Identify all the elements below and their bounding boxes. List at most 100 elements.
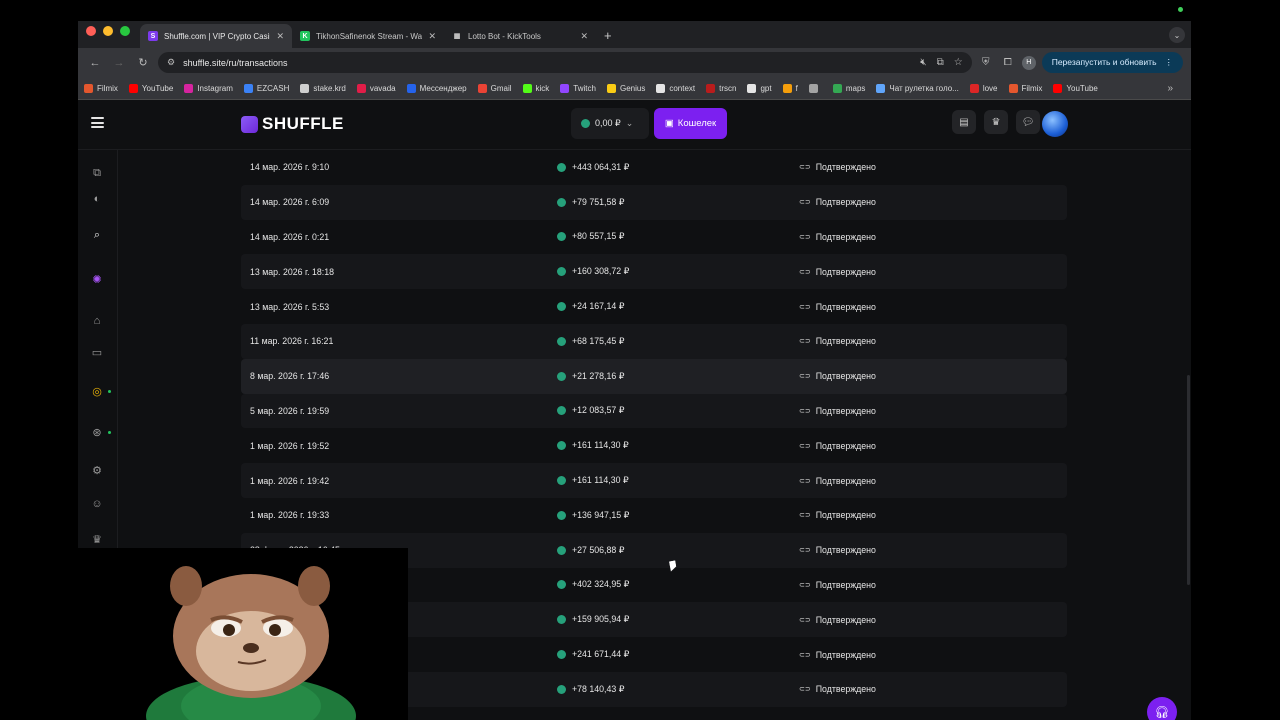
bookmark-item[interactable]: gpt [747, 83, 772, 93]
bookmark-item[interactable]: Чат рулетка голо... [876, 83, 959, 93]
recording-indicator [1178, 7, 1183, 12]
transaction-status[interactable]: ⊂⊃ Подтверждено [799, 232, 876, 242]
transaction-row[interactable]: 14 мар. 2026 г. 6:09 +79 751,58 ₽ ⊂⊃ Подтве… [241, 184, 1067, 220]
browser-tab[interactable]: S Shuffle.com | VIP Crypto Casino ✕ [140, 24, 292, 48]
bookmark-item[interactable]: Genius [606, 83, 645, 93]
casino-icon[interactable]: ⧉ [90, 166, 104, 180]
browser-tab[interactable]: K TikhonSafinenok Stream - Watch ✕ [292, 24, 444, 48]
balance-selector[interactable]: 0,00 ₽ ⌄ [571, 108, 649, 139]
transaction-status[interactable]: ⊂⊃ Подтверждено [799, 684, 876, 694]
bookmark-item[interactable]: stake.krd [300, 83, 346, 93]
bonus-icon[interactable]: ◎ [90, 384, 104, 398]
bookmark-item[interactable]: YouTube [128, 83, 173, 93]
new-tab-button[interactable]: + [596, 28, 620, 48]
bookmark-star-icon[interactable]: ☆ [954, 57, 963, 68]
profile-icon[interactable]: ☺ [90, 497, 104, 511]
browser-profile-avatar[interactable]: Н [1021, 55, 1036, 70]
live-casino-icon[interactable]: ⊛ [90, 425, 104, 439]
back-button[interactable]: ← [86, 57, 104, 69]
sports-icon[interactable]: ◐ [90, 192, 104, 206]
bookmark-item[interactable]: trscn [706, 83, 736, 93]
relaunch-update-button[interactable]: Перезапустить и обновить ⋮ [1041, 52, 1183, 73]
transaction-status[interactable]: ⊂⊃ Подтверждено [799, 336, 876, 346]
bookmark-item[interactable]: Instagram [184, 83, 233, 93]
transaction-status[interactable]: ⊂⊃ Подтверждено [799, 441, 876, 451]
maximize-window-button[interactable] [120, 25, 130, 36]
transaction-row[interactable]: 11 мар. 2026 г. 16:21 +68 175,45 ₽ ⊂⊃ Подтв… [241, 323, 1067, 359]
bookmark-item[interactable]: context [656, 83, 695, 93]
transaction-row[interactable]: 1 мар. 2026 г. 19:52 +161 114,30 ₽ ⊂⊃ Подтв… [241, 428, 1067, 463]
support-headset-button[interactable]: 🎧︎ [1147, 697, 1177, 720]
bookmark-item[interactable]: Filmix [84, 83, 118, 93]
transaction-status[interactable]: ⊂⊃ Подтверждено [799, 267, 876, 277]
wallet-button[interactable]: ▣ Кошелек [654, 108, 727, 139]
extensions-puzzle-icon[interactable]: ⧠ [1000, 57, 1016, 68]
tab-close-icon[interactable]: ✕ [276, 31, 284, 42]
bookmark-item[interactable]: f [782, 83, 798, 93]
user-avatar[interactable] [1042, 111, 1068, 137]
vip-crown-icon[interactable]: ♛ [984, 110, 1008, 134]
bookmark-item[interactable]: love [969, 83, 998, 93]
ticket-icon[interactable]: ▭ [90, 345, 104, 359]
address-bar[interactable]: ⚙ shuffle.site/ru/transactions 🔇︎ ⧉ ☆ [158, 52, 972, 73]
bookmark-item[interactable]: EZCASH [243, 83, 289, 93]
home-icon[interactable]: ⌂ [90, 314, 104, 328]
transaction-status[interactable]: ⊂⊃ Подтверждено [799, 406, 876, 416]
menu-hamburger-icon[interactable] [91, 117, 104, 128]
transaction-row[interactable]: 8 мар. 2026 г. 17:46 +21 278,16 ₽ ⊂⊃ Подтве… [241, 358, 1067, 394]
tab-search-button[interactable]: ⌄ [1169, 27, 1185, 43]
bookmark-item[interactable]: YouTube [1053, 83, 1098, 93]
transaction-row[interactable]: 5 мар. 2026 г. 19:59 +12 083,57 ₽ ⊂⊃ Подтве… [241, 393, 1067, 429]
bookmark-item[interactable]: vavada [356, 83, 396, 93]
bookmark-label: f [795, 83, 798, 93]
transaction-row[interactable]: 14 мар. 2026 г. 0:21 +80 557,15 ₽ ⊂⊃ Подтве… [241, 220, 1067, 255]
bookmark-item[interactable]: Twitch [560, 83, 596, 93]
transaction-status[interactable]: ⊂⊃ Подтверждено [799, 371, 876, 381]
transaction-status[interactable]: ⊂⊃ Подтверждено [799, 302, 876, 312]
shuffle-logo[interactable]: SHUFFLE [241, 114, 344, 134]
bookmark-item[interactable]: Filmix [1008, 83, 1042, 93]
mute-icon[interactable]: 🔇︎ [920, 57, 926, 68]
bookmark-favicon-icon [300, 83, 310, 93]
shuffle-token-icon[interactable]: ✺ [90, 272, 104, 286]
transaction-status[interactable]: ⊂⊃ Подтверждено [799, 510, 876, 520]
transaction-row[interactable]: 1 мар. 2026 г. 19:33 +136 947,15 ₽ ⊂⊃ Подтв… [241, 498, 1067, 533]
bookmark-item[interactable] [808, 83, 822, 93]
tab-close-icon[interactable]: ✕ [580, 31, 588, 42]
minimize-window-button[interactable] [103, 25, 113, 36]
crown-icon[interactable]: ♛ [90, 532, 104, 546]
bookmark-label: love [982, 83, 998, 93]
transaction-date: 1 мар. 2026 г. 19:33 [250, 510, 330, 521]
transaction-row[interactable]: 1 мар. 2026 г. 19:42 +161 114,30 ₽ ⊂⊃ Подтв… [241, 463, 1067, 498]
transaction-status[interactable]: ⊂⊃ Подтверждено [799, 162, 876, 172]
online-dot [108, 431, 111, 434]
transaction-row[interactable]: 14 мар. 2026 г. 9:10 +443 064,31 ₽ ⊂⊃ Подтв… [241, 150, 1067, 185]
bookmarks-overflow-icon[interactable]: » [1167, 83, 1185, 94]
browser-tab[interactable]: ▦ Lotto Bot - KickTools ✕ [444, 24, 596, 48]
bookmark-item[interactable]: maps [832, 83, 865, 93]
tab-close-icon[interactable]: ✕ [428, 31, 436, 42]
bookmark-item[interactable]: Gmail [477, 83, 512, 93]
shield-extension-icon[interactable]: ⛨ [978, 57, 994, 68]
transaction-row[interactable]: 13 мар. 2026 г. 5:53 +24 167,14 ₽ ⊂⊃ Подтве… [241, 289, 1067, 324]
close-window-button[interactable] [86, 25, 96, 36]
transaction-status[interactable]: ⊂⊃ Подтверждено [799, 545, 876, 555]
page-scrollbar[interactable] [1187, 375, 1190, 585]
site-info-icon[interactable]: ⚙ [167, 57, 175, 68]
chat-icon[interactable]: 💬︎ [1016, 110, 1040, 134]
transaction-status[interactable]: ⊂⊃ Подтверждено [799, 476, 876, 486]
transaction-status[interactable]: ⊂⊃ Подтверждено [799, 650, 876, 660]
kebab-menu-icon[interactable]: ⋮ [1165, 57, 1174, 68]
transaction-status[interactable]: ⊂⊃ Подтверждено [799, 580, 876, 590]
bookmark-item[interactable]: Мессенджер [406, 83, 467, 93]
search-icon[interactable]: ⌕ [90, 228, 104, 242]
bookmark-item[interactable]: kick [522, 83, 549, 93]
install-app-icon[interactable]: ⧉ [937, 57, 944, 68]
settings-icon[interactable]: ⚙ [90, 463, 104, 477]
transaction-status[interactable]: ⊂⊃ Подтверждено [799, 615, 876, 625]
transaction-status[interactable]: ⊂⊃ Подтверждено [799, 197, 876, 207]
notes-icon[interactable]: ▤ [952, 110, 976, 134]
reload-button[interactable]: ↻ [134, 56, 152, 69]
transaction-row[interactable]: 13 мар. 2026 г. 18:18 +160 308,72 ₽ ⊂⊃ Подт… [241, 254, 1067, 290]
forward-button[interactable]: → [110, 57, 128, 69]
